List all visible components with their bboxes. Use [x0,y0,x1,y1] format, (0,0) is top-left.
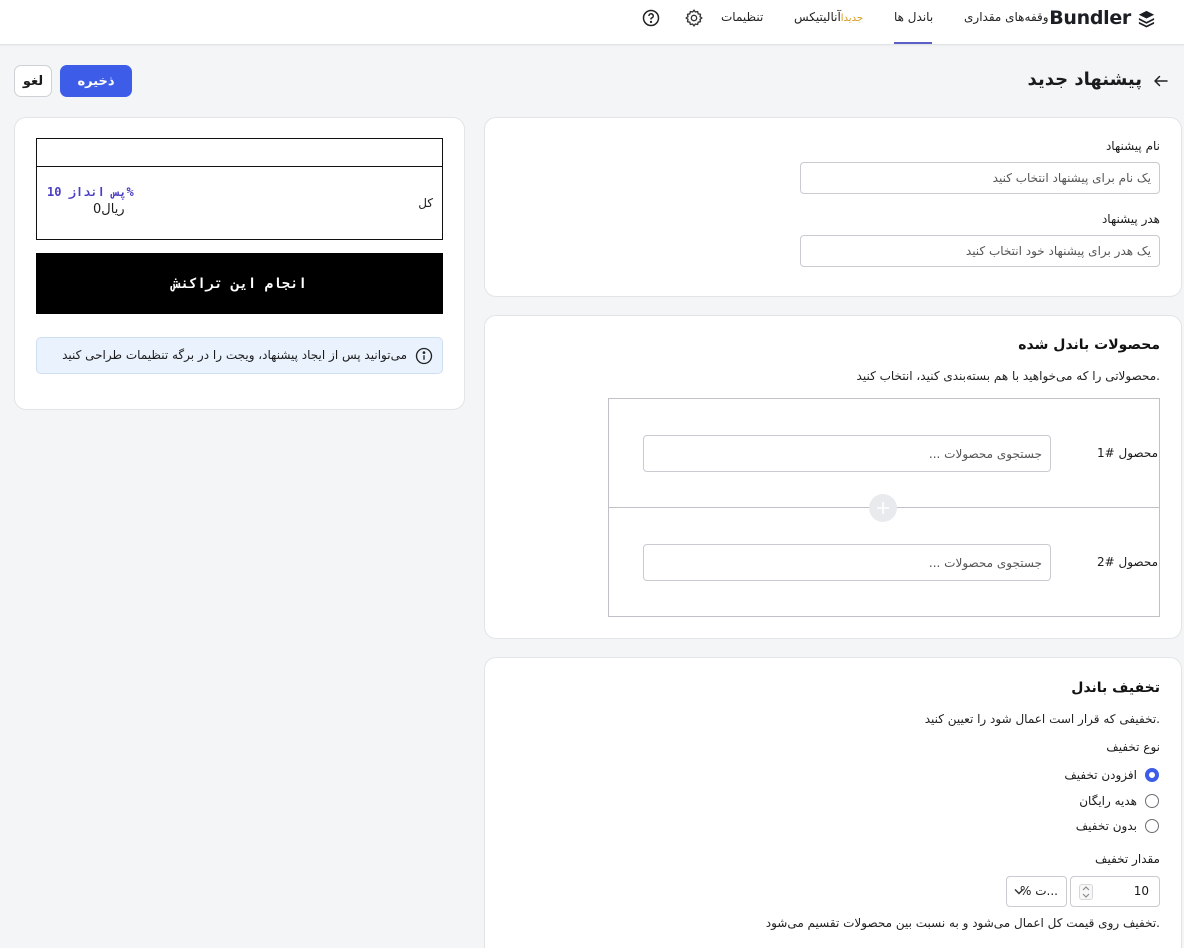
back-arrow-icon[interactable] [1152,72,1170,94]
add-product-button[interactable] [869,494,897,522]
brand-logo[interactable]: Bundler [1049,7,1156,29]
radio-no-discount[interactable] [1145,819,1159,833]
bundle-discount-subtitle: تخفیفی که قرار است اعمال شود را تعیین کن… [924,712,1160,726]
top-navigation-bar: Bundler وقفه‌های مقداری باندل ها جدیداآن… [0,0,1184,45]
product-1-label: محصول #1 [1096,446,1158,460]
chevron-down-icon [1014,888,1024,895]
offer-header-label: هدر پیشنهاد [1101,212,1160,226]
number-stepper[interactable] [1079,884,1093,900]
radio-free-gift-label[interactable]: هدیه رایگان [1079,794,1137,808]
nav-item-settings[interactable]: تنظیمات [721,10,763,24]
discount-unit-select[interactable]: % ت... [1006,876,1067,907]
discount-note: تخفیف روی قیمت کل اعمال می‌شود و به نسبت… [765,916,1160,930]
discount-amount-label: مقدار تخفیف [1095,852,1160,866]
preview-savings-label: پس انداز 10% [47,185,134,199]
bundled-products-subtitle: محصولاتی را که می‌خواهید با هم بسته‌بندی… [856,369,1160,383]
info-icon [415,347,433,365]
nav-item-bundles[interactable]: باندل ها [894,10,933,24]
nav-item-analytics-label: آنالیتیکس [794,10,841,24]
product-2-search-input[interactable] [643,544,1051,581]
page-title: پیشنهاد جدید [1027,69,1142,90]
stack-logo-icon [1138,10,1155,28]
bundled-products-title: محصولات باندل شده [1018,337,1160,353]
brand-name: Bundler [1049,7,1131,29]
offer-name-input[interactable] [800,162,1160,194]
radio-add-discount-label[interactable]: افزودن تخفیف [1064,768,1137,782]
radio-add-discount[interactable] [1145,768,1159,782]
bundle-discount-title: تخفیف باندل [1071,680,1160,696]
product-2-label: محصول #2 [1096,555,1158,569]
discount-amount-input[interactable]: 10 [1070,876,1160,907]
nav-item-analytics[interactable]: جدیداآنالیتیکس [794,10,863,24]
plus-icon [877,502,889,514]
product-1-search-input[interactable] [643,435,1051,472]
cancel-button[interactable]: لغو [14,65,52,97]
preview-total-label: کل [418,196,433,210]
radio-free-gift[interactable] [1145,794,1159,808]
preview-cta-button[interactable]: انجام این تراکنش [36,253,443,314]
radio-no-discount-label[interactable]: بدون تخفیف [1076,819,1137,833]
discount-amount-value: 10 [1133,884,1149,898]
info-banner-text: می‌توانید پس از ایجاد پیشنهاد، ویجت را د… [62,348,407,362]
help-icon[interactable] [641,8,661,28]
save-button[interactable]: ذخیره [60,65,132,97]
offer-header-input[interactable] [800,235,1160,267]
nav-active-indicator [894,42,932,44]
new-badge: جدیدا [840,13,864,24]
offer-name-label: نام پیشنهاد [1105,139,1160,153]
preview-divider [36,166,443,167]
nav-item-volume-discounts[interactable]: وقفه‌های مقداری [964,10,1049,24]
offer-info-card [484,117,1182,297]
settings-gear-icon[interactable] [684,8,704,28]
discount-type-label: نوع تخفیف [1106,740,1160,754]
preview-price: ریال0 [93,202,125,217]
discount-unit-value: % ت... [1020,884,1058,898]
